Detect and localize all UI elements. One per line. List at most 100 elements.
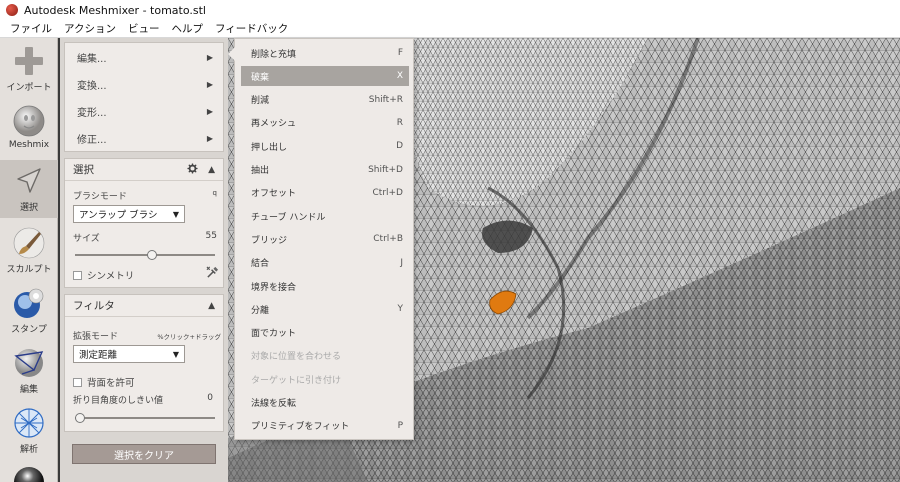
popup-item-label: 再メッシュ xyxy=(251,119,297,130)
crease-angle-slider-handle[interactable] xyxy=(75,413,85,423)
analysis-tool-label: 解析 xyxy=(19,445,38,455)
stamp-tool-label: スタンプ xyxy=(11,325,47,335)
edit-tool-button[interactable]: 編集 xyxy=(0,342,58,400)
stamp-tool-button[interactable]: スタンプ xyxy=(0,282,58,340)
popup-item-14: 対象に位置を合わせる xyxy=(241,346,409,366)
menu-action[interactable]: アクション xyxy=(58,21,122,36)
meshmix-tool-button[interactable]: Meshmix xyxy=(0,100,58,158)
popup-item-5[interactable]: 押し出し D xyxy=(241,136,409,156)
popup-item-17[interactable]: プリミティブをフィット P xyxy=(241,416,409,436)
popup-item-6[interactable]: 抽出 Shift+D xyxy=(241,160,409,180)
popup-item-label: 境界を接合 xyxy=(251,282,297,293)
triangle-up-icon[interactable]: ▲ xyxy=(208,301,215,311)
left-toolbar: インポート Meshmix 選択 スカルプト スタンプ 編集 解析 xyxy=(0,38,58,482)
menu-view[interactable]: ビュー xyxy=(122,21,166,36)
symmetry-checkbox[interactable] xyxy=(73,270,82,280)
popup-item-shortcut: Y xyxy=(397,304,404,315)
popup-item-shortcut: Ctrl+B xyxy=(373,234,403,245)
submenu-convert[interactable]: 変換... ▶ xyxy=(65,71,223,98)
popup-item-label: 削除と充填 xyxy=(251,49,297,60)
cursor-arrow-icon xyxy=(12,164,46,198)
popup-item-label: 抽出 xyxy=(251,166,270,176)
allow-back-label: 背面を許可 xyxy=(87,378,135,389)
meshmixer-logo-icon xyxy=(6,4,18,16)
expand-mode-label: 拡張モード xyxy=(73,332,119,342)
popup-item-shortcut: Shift+R xyxy=(368,94,403,105)
popup-item-8[interactable]: チューブ ハンドル xyxy=(241,206,409,226)
crease-angle-slider[interactable] xyxy=(75,413,215,423)
popup-item-label: 分離 xyxy=(251,305,270,316)
submenu-modify[interactable]: 修正... ▶ xyxy=(65,125,223,152)
select-panel-header[interactable]: 選択 ▲ xyxy=(65,159,223,181)
popup-item-label: 結合 xyxy=(251,259,270,270)
popup-item-label: プリミティブをフィット xyxy=(251,422,350,433)
plus-icon xyxy=(12,44,46,78)
popup-item-shortcut: Shift+D xyxy=(368,164,403,175)
caret-down-icon: ▼ xyxy=(172,349,179,359)
select-actions-menu: 編集... ▶ 変換... ▶ 変形... ▶ 修正... ▶ xyxy=(64,42,224,152)
popup-item-9[interactable]: ブリッジ Ctrl+B xyxy=(241,229,409,249)
size-slider[interactable] xyxy=(75,250,215,260)
menu-feedback[interactable]: フィードバック xyxy=(209,21,294,36)
brush-icon xyxy=(12,226,46,260)
popup-item-shortcut: R xyxy=(396,117,403,128)
popup-item-2[interactable]: 破棄 X xyxy=(241,66,409,87)
caret-down-icon: ▼ xyxy=(172,209,179,219)
sculpt-tool-button[interactable]: スカルプト xyxy=(0,222,58,280)
popup-item-13[interactable]: 面でカット xyxy=(241,323,409,343)
expand-mode-dropdown[interactable]: 測定距離 ▼ xyxy=(73,345,185,363)
popup-item-16[interactable]: 法線を反転 xyxy=(241,393,409,413)
popup-item-label: オフセット xyxy=(251,189,297,200)
filter-panel-header[interactable]: フィルタ ▲ xyxy=(65,295,223,317)
popup-item-label: チューブ ハンドル xyxy=(251,212,326,223)
popup-pointer xyxy=(228,47,235,61)
menu-file[interactable]: ファイル xyxy=(4,21,58,36)
submenu-edit-label: 編集... xyxy=(77,54,107,65)
brush-mode-dropdown[interactable]: アンラップ ブラシ ▼ xyxy=(73,205,185,223)
triangle-right-icon: ▶ xyxy=(206,53,213,62)
popup-item-1[interactable]: 削除と充填 F xyxy=(241,43,409,63)
import-tool-button[interactable]: インポート xyxy=(0,40,58,98)
gear-icon[interactable] xyxy=(187,162,198,177)
symmetry-label: シンメトリ xyxy=(87,271,135,282)
select-tool-button[interactable]: 選択 xyxy=(0,160,58,218)
symmetry-option[interactable]: シンメトリ xyxy=(73,268,134,282)
brush-mode-shortcut: q xyxy=(212,189,217,197)
brush-mode-label: ブラシモード xyxy=(73,192,127,202)
submenu-modify-label: 修正... xyxy=(77,135,107,146)
analysis-sphere-icon xyxy=(12,406,46,440)
popup-item-15: ターゲットに引き付け xyxy=(241,369,409,389)
menu-help[interactable]: ヘルプ xyxy=(165,21,209,36)
select-panel-title: 選択 xyxy=(73,164,94,176)
submenu-deform-label: 変形... xyxy=(77,108,107,119)
popup-item-4[interactable]: 再メッシュ R xyxy=(241,113,409,133)
popup-item-shortcut: X xyxy=(396,71,403,82)
popup-item-11[interactable]: 境界を接合 xyxy=(241,276,409,296)
popup-item-3[interactable]: 削減 Shift+R xyxy=(241,90,409,110)
popup-item-label: 押し出し xyxy=(251,142,288,153)
popup-item-12[interactable]: 分離 Y xyxy=(241,299,409,319)
popup-item-label: ブリッジ xyxy=(251,235,288,246)
triangle-right-icon: ▶ xyxy=(206,134,213,143)
crease-angle-label: 折り目角度のしきい値 xyxy=(73,396,164,406)
analysis-tool-button[interactable]: 解析 xyxy=(0,402,58,460)
clear-selection-button[interactable]: 選択をクリア xyxy=(72,444,216,464)
filter-panel-title: フィルタ xyxy=(73,300,115,312)
triangle-up-icon[interactable]: ▲ xyxy=(208,165,215,175)
allow-back-checkbox[interactable] xyxy=(73,377,82,387)
popup-item-7[interactable]: オフセット Ctrl+D xyxy=(241,183,409,203)
submenu-edit[interactable]: 編集... ▶ xyxy=(65,44,223,71)
edit-tool-label: 編集 xyxy=(19,385,38,395)
popup-item-10[interactable]: 結合 J xyxy=(241,253,409,273)
expand-mode-value: 測定距離 xyxy=(79,350,118,361)
size-value: 55 xyxy=(205,231,217,241)
wrench-icon[interactable] xyxy=(206,266,219,282)
allow-back-option[interactable]: 背面を許可 xyxy=(73,375,135,389)
triangle-right-icon: ▶ xyxy=(206,107,213,116)
crease-angle-value: 0 xyxy=(207,393,213,403)
more-tool-sphere-icon[interactable] xyxy=(13,466,45,482)
submenu-deform[interactable]: 変形... ▶ xyxy=(65,98,223,125)
tool-panel: 編集... ▶ 変換... ▶ 変形... ▶ 修正... ▶ 選択 ▲ ブラシ… xyxy=(60,38,228,482)
size-slider-handle[interactable] xyxy=(147,250,157,260)
triangle-right-icon: ▶ xyxy=(206,80,213,89)
